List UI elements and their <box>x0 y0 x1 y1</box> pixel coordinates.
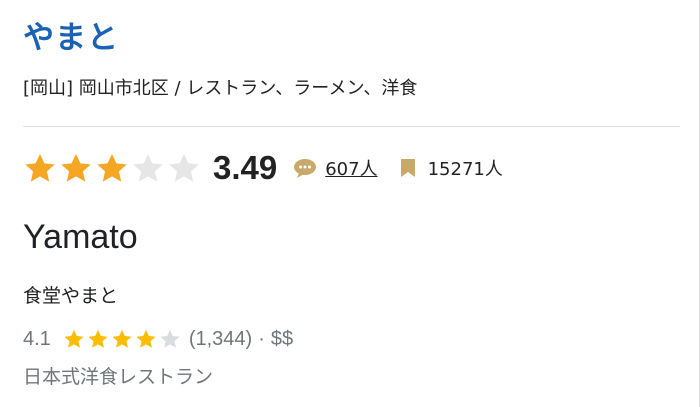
tabelog-stars <box>23 151 203 185</box>
tabelog-star-icon <box>167 151 201 185</box>
google-star-icon <box>63 328 85 350</box>
google-rating-row: 4.1 (1,344) · $$ <box>23 324 293 354</box>
tabelog-score: 3.49 <box>213 149 278 186</box>
area-genre-line: [岡山] 岡山市北区 / レストラン、ラーメン、洋食 <box>23 78 418 99</box>
tabelog-star-icon <box>131 151 165 185</box>
separator-dot: · <box>258 327 265 350</box>
google-score: 4.1 <box>23 327 51 350</box>
tabelog-star-icon <box>59 151 93 185</box>
google-star-icon <box>87 328 109 350</box>
bookmark-icon <box>400 158 416 178</box>
google-star-icon <box>111 328 133 350</box>
google-star-icon <box>135 328 157 350</box>
google-star-icon <box>159 328 181 350</box>
tabelog-bookmark-count: 15271人 <box>427 159 503 180</box>
tabelog-rating-row: 3.49 607人 15271人 <box>23 148 503 188</box>
google-review-count[interactable]: (1,344) <box>189 328 252 351</box>
google-stars <box>63 328 183 350</box>
restaurant-title-link[interactable]: やまと <box>23 12 119 57</box>
price-level: $$ <box>270 327 294 350</box>
comment-icon <box>293 158 317 178</box>
google-place-name: Yamato <box>23 218 138 256</box>
google-category: 日本式洋食レストラン <box>23 366 214 388</box>
tabelog-star-icon <box>23 151 57 185</box>
divider <box>23 126 680 127</box>
tabelog-star-icon <box>95 151 129 185</box>
tabelog-review-count-link[interactable]: 607人 <box>325 155 377 181</box>
google-place-subname: 食堂やまと <box>23 285 119 307</box>
